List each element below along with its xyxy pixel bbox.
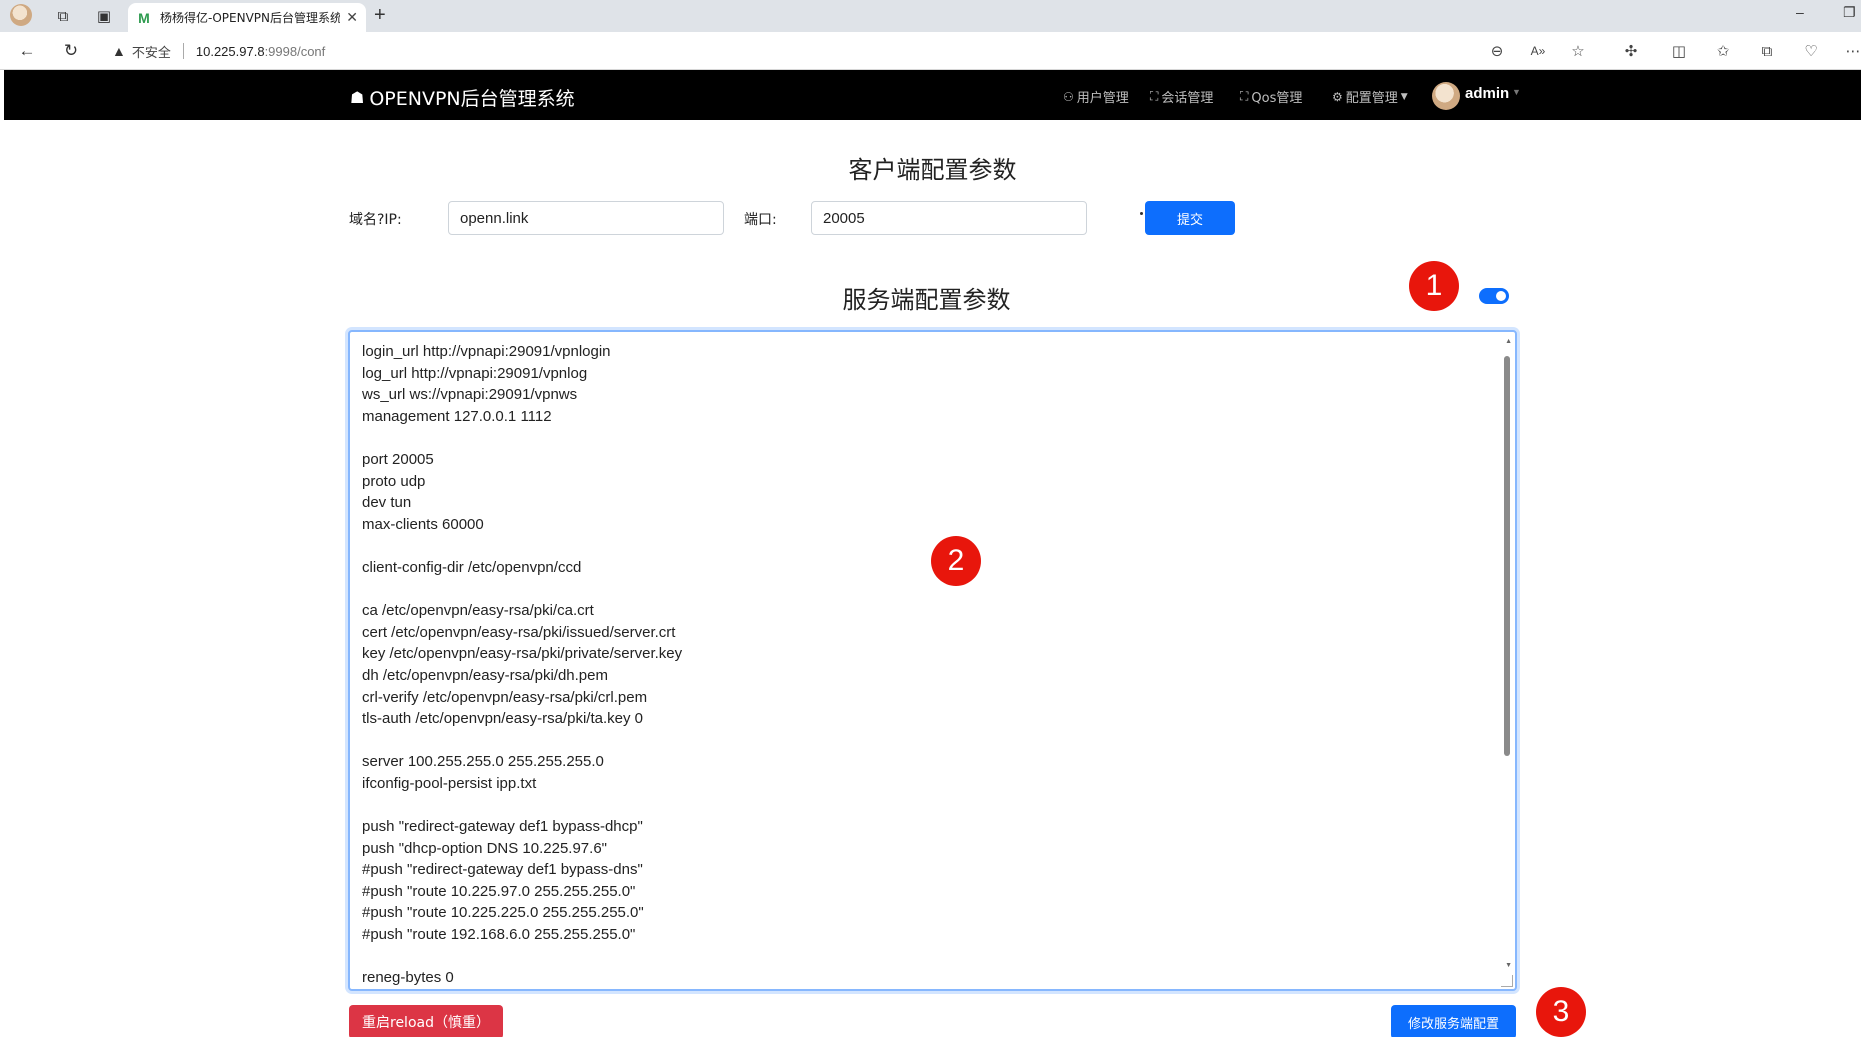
toggle-knob <box>1496 291 1506 301</box>
annotation-marker-2: 2 <box>931 536 981 586</box>
brand-title: OPENVPN后台管理系统 <box>369 88 575 110</box>
port-input[interactable] <box>811 201 1087 235</box>
zoom-icon[interactable]: ⊖ <box>1487 41 1507 61</box>
domain-label: 域名?IP: <box>349 212 402 228</box>
extensions-icon[interactable]: ✣ <box>1621 41 1641 61</box>
workspaces-icon[interactable]: ⧉ <box>52 5 74 27</box>
server-config-text[interactable]: login_url http://vpnapi:29091/vpnlogin l… <box>362 341 1482 989</box>
favorite-star-icon[interactable]: ☆ <box>1568 41 1588 61</box>
url-host[interactable]: 10.225.97.8 <box>196 44 265 59</box>
nav-users-label: 用户管理 <box>1076 91 1129 106</box>
separator-dot <box>1140 212 1143 215</box>
warning-triangle-icon[interactable]: ▲ <box>112 43 126 59</box>
client-config-title: 客户端配置参数 <box>848 156 1017 184</box>
minimize-icon[interactable]: – <box>1796 4 1804 20</box>
avatar[interactable] <box>1432 82 1460 110</box>
edit-mode-toggle[interactable] <box>1479 288 1509 304</box>
read-aloud-icon[interactable]: A» <box>1528 41 1548 61</box>
security-status[interactable]: 不安全 <box>132 42 171 61</box>
app-navbar: ☗ OPENVPN后台管理系统 ⚇ 用户管理 ⛶ 会话管理 ⛶ Qos管理 ⚙ 配置管理… <box>4 70 1861 120</box>
annotation-marker-1: 1 <box>1409 261 1459 311</box>
scroll-up-arrow-icon[interactable]: ▲ <box>1505 338 1512 345</box>
back-arrow-icon[interactable]: ← <box>16 40 38 62</box>
url-separator <box>182 43 184 59</box>
nav-qos[interactable]: ⛶ Qos管理 <box>1240 87 1302 106</box>
nav-sessions-label: 会话管理 <box>1161 91 1214 106</box>
gear-icon: ⚙ <box>1332 89 1343 104</box>
favorites-list-icon[interactable]: ✩ <box>1713 41 1733 61</box>
nav-config-dropdown[interactable]: ⚙ 配置管理 ▼ <box>1332 87 1408 107</box>
browser-essentials-icon[interactable]: ♡ <box>1801 41 1821 61</box>
server-config-textarea[interactable]: login_url http://vpnapi:29091/vpnlogin l… <box>348 330 1517 991</box>
submit-button[interactable]: 提交 <box>1145 201 1235 235</box>
collections-icon[interactable]: ⧉ <box>1757 41 1777 61</box>
expand-icon: ⛶ <box>1150 89 1159 103</box>
tab-close-icon[interactable]: ✕ <box>346 9 358 26</box>
url-path[interactable]: :9998/conf <box>265 44 326 59</box>
nav-sessions[interactable]: ⛶ 会话管理 <box>1150 87 1213 106</box>
tab-favicon-icon: M <box>138 9 150 26</box>
port-label: 端口: <box>744 212 777 228</box>
more-menu-icon[interactable]: ⋯ <box>1843 41 1861 61</box>
add-user-icon: ⚇ <box>1063 89 1074 104</box>
server-config-title: 服务端配置参数 <box>842 286 1011 314</box>
url-box[interactable]: ▲ 不安全 10.225.97.8:9998/conf <box>102 36 1582 66</box>
caret-down-icon: ▼ <box>1400 91 1408 102</box>
restore-icon[interactable]: ❐ <box>1843 4 1856 21</box>
nav-users[interactable]: ⚇ 用户管理 <box>1063 87 1129 107</box>
profile-avatar-icon[interactable] <box>10 4 32 26</box>
split-screen-icon[interactable]: ◫ <box>1669 41 1689 61</box>
user-name[interactable]: admin <box>1465 85 1509 102</box>
save-server-config-button[interactable]: 修改服务端配置 <box>1391 1005 1516 1037</box>
nav-qos-label: Qos管理 <box>1251 91 1303 106</box>
browser-address-bar: ← ↻ ▲ 不安全 10.225.97.8:9998/conf ⊖ A» ☆ ✣… <box>0 32 1861 70</box>
home-icon: ☗ <box>350 88 365 107</box>
refresh-icon[interactable]: ↻ <box>60 40 82 62</box>
scrollbar-thumb[interactable] <box>1504 356 1510 756</box>
scroll-down-arrow-icon[interactable]: ▼ <box>1505 962 1512 969</box>
domain-input[interactable] <box>448 201 724 235</box>
tab-actions-icon[interactable]: ▣ <box>93 5 115 27</box>
caret-down-icon[interactable]: ▼ <box>1512 87 1521 97</box>
brand-link[interactable]: ☗ OPENVPN后台管理系统 <box>350 84 575 111</box>
nav-config-label: 配置管理 <box>1345 91 1398 106</box>
annotation-marker-3: 3 <box>1536 987 1586 1037</box>
expand-icon: ⛶ <box>1240 89 1249 103</box>
tab-title: 杨杨得亿-OPENVPN后台管理系统 <box>160 11 341 25</box>
new-tab-button[interactable]: + <box>374 4 386 27</box>
resize-grip-icon[interactable] <box>1501 975 1513 987</box>
browser-tab-active[interactable]: M 杨杨得亿-OPENVPN后台管理系统 ✕ <box>128 3 366 32</box>
browser-tab-bar: ⧉ ▣ M 杨杨得亿-OPENVPN后台管理系统 ✕ + – ❐ <box>0 0 1861 32</box>
reload-button[interactable]: 重启reload（慎重） <box>349 1005 503 1037</box>
